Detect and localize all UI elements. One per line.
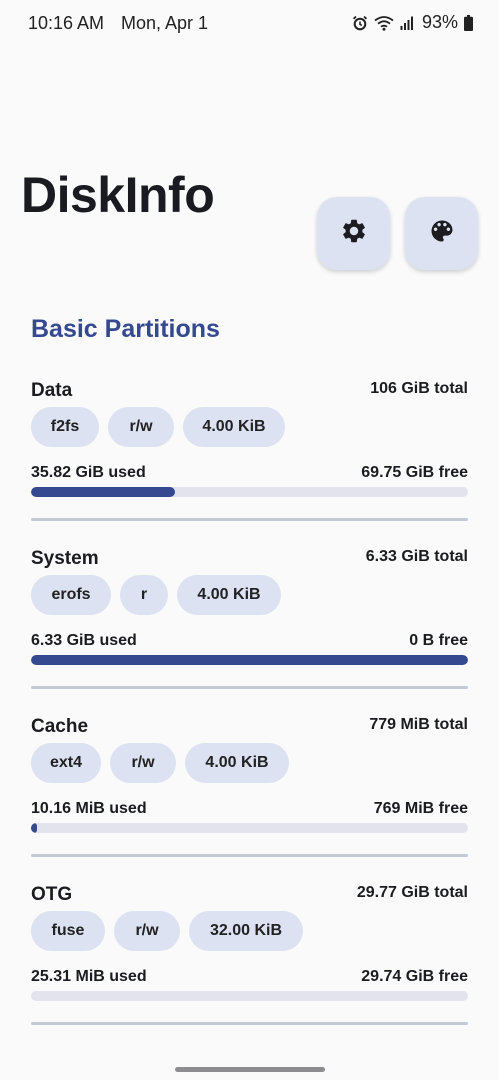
block-size-chip[interactable]: 32.00 KiB: [189, 911, 303, 951]
status-icons: 93%: [352, 12, 473, 33]
filesystem-chip[interactable]: fuse: [31, 911, 105, 951]
partition-card-data: Data 106 GiB total f2fs r/w 4.00 KiB 35.…: [31, 380, 468, 530]
partition-total: 29.77 GiB total: [356, 884, 468, 901]
divider: [31, 854, 468, 857]
status-time: 10:16 AM: [28, 13, 105, 33]
theme-button[interactable]: [405, 197, 478, 270]
partition-free: 769 MiB free: [373, 800, 468, 817]
filesystem-chip[interactable]: f2fs: [31, 407, 99, 447]
app-title: DiskInfo: [21, 167, 215, 223]
access-mode-chip[interactable]: r/w: [108, 407, 174, 447]
block-size-chip[interactable]: 4.00 KiB: [183, 407, 285, 447]
usage-progress-fill: [31, 655, 468, 665]
divider: [31, 1022, 468, 1025]
usage-progress-bar: [31, 823, 468, 833]
usage-progress-bar: [31, 487, 468, 497]
battery-icon: [464, 14, 473, 31]
partition-card-otg: OTG 29.77 GiB total fuse r/w 32.00 KiB 2…: [31, 884, 468, 1034]
section-title: Basic Partitions: [31, 315, 220, 343]
partition-name: System: [31, 548, 99, 569]
usage-progress-fill: [31, 823, 37, 833]
usage-progress-bar: [31, 991, 468, 1001]
block-size-chip[interactable]: 4.00 KiB: [185, 743, 289, 783]
filesystem-chip[interactable]: ext4: [31, 743, 101, 783]
partition-card-system: System 6.33 GiB total erofs r 4.00 KiB 6…: [31, 548, 468, 698]
partition-free: 69.75 GiB free: [361, 464, 468, 481]
block-size-chip[interactable]: 4.00 KiB: [177, 575, 281, 615]
filesystem-chip[interactable]: erofs: [31, 575, 111, 615]
partition-free: 29.74 GiB free: [361, 968, 468, 985]
partition-chips: erofs r 4.00 KiB: [31, 575, 281, 615]
usage-progress-bar: [31, 655, 468, 665]
divider: [31, 518, 468, 521]
partition-used: 25.31 MiB used: [31, 968, 147, 985]
battery-percentage: 93%: [421, 12, 458, 32]
partition-used: 10.16 MiB used: [31, 800, 147, 817]
partition-total: 106 GiB total: [370, 380, 468, 397]
partition-card-cache: Cache 779 MiB total ext4 r/w 4.00 KiB 10…: [31, 716, 468, 866]
status-bar: 10:16 AM Mon, Apr 1 93%: [0, 0, 499, 46]
usage-progress-fill: [31, 487, 176, 497]
access-mode-chip[interactable]: r: [120, 575, 168, 615]
access-mode-chip[interactable]: r/w: [114, 911, 180, 951]
gear-icon: [340, 217, 368, 250]
wifi-icon: [374, 15, 394, 31]
partition-total: 779 MiB total: [369, 716, 468, 733]
partition-name: Data: [31, 380, 73, 401]
palette-icon: [428, 217, 456, 250]
partition-total: 6.33 GiB total: [365, 548, 468, 565]
settings-button[interactable]: [317, 197, 390, 270]
navigation-handle[interactable]: [175, 1067, 325, 1072]
partition-chips: fuse r/w 32.00 KiB: [31, 911, 303, 951]
alarm-icon: [352, 15, 368, 31]
divider: [31, 686, 468, 689]
partition-name: OTG: [31, 884, 73, 905]
partition-chips: f2fs r/w 4.00 KiB: [31, 407, 285, 447]
partition-name: Cache: [31, 716, 89, 737]
partition-used: 35.82 GiB used: [31, 464, 146, 481]
partition-free: 0 B free: [409, 632, 468, 649]
access-mode-chip[interactable]: r/w: [110, 743, 176, 783]
status-date: Mon, Apr 1: [121, 13, 209, 33]
partition-used: 6.33 GiB used: [31, 632, 137, 649]
signal-icon: [400, 16, 414, 30]
partition-chips: ext4 r/w 4.00 KiB: [31, 743, 289, 783]
